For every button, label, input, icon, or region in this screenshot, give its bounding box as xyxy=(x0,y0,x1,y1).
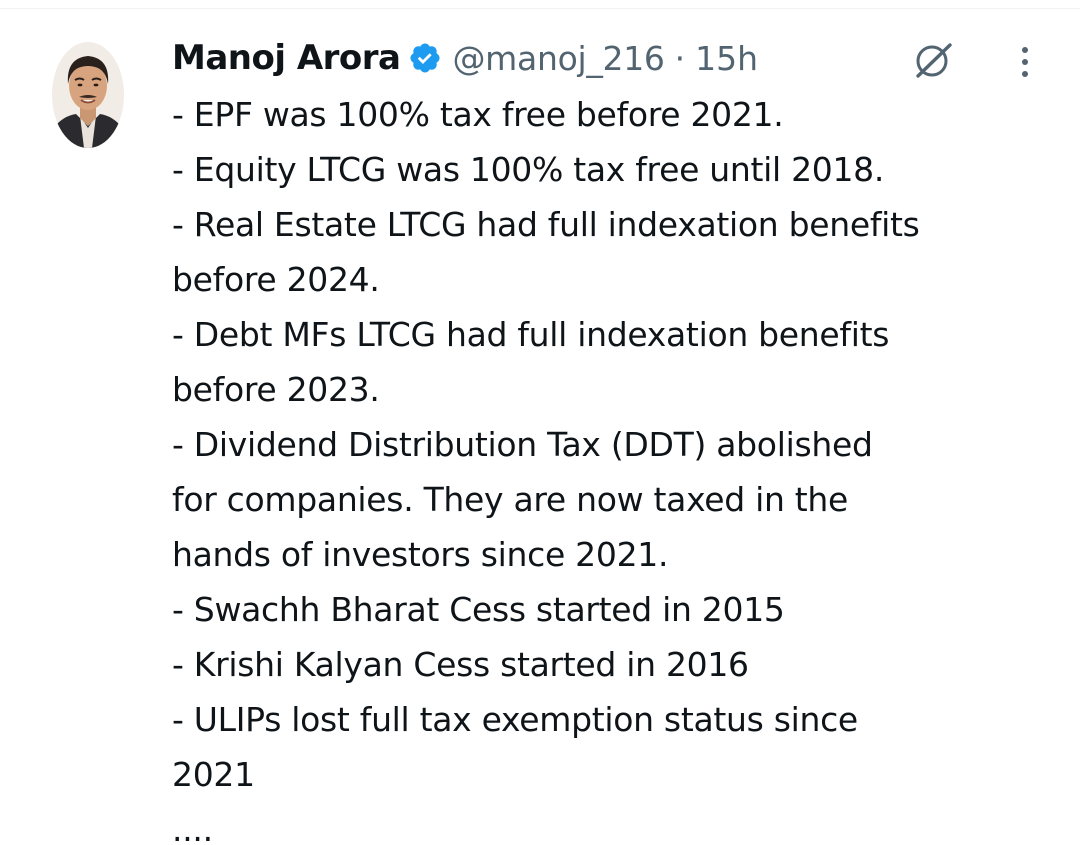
author-handle[interactable]: @manoj_216 xyxy=(452,39,664,78)
tweet-line: 2021 xyxy=(172,755,255,794)
tweet-line: - Real Estate LTCG had full indexation b… xyxy=(172,205,920,244)
tweet-line: - Krishi Kalyan Cess started in 2016 xyxy=(172,645,749,684)
more-vertical-icon[interactable] xyxy=(1010,42,1040,82)
tweet-header: Manoj Arora @manoj_216 · 15h xyxy=(172,34,758,82)
header-separator: · xyxy=(674,38,686,78)
grok-icon[interactable] xyxy=(910,40,956,80)
tweet-line: before 2023. xyxy=(172,370,380,409)
author-name[interactable]: Manoj Arora xyxy=(172,38,401,78)
tweet-line: - Equity LTCG was 100% tax free until 20… xyxy=(172,150,885,189)
tweet-line: - EPF was 100% tax free before 2021. xyxy=(172,95,784,134)
tweet-line: .... xyxy=(172,810,213,845)
avatar[interactable] xyxy=(52,42,124,148)
verified-badge-icon[interactable] xyxy=(408,41,442,75)
avatar-image xyxy=(52,42,124,148)
tweet-line: for companies. They are now taxed in the xyxy=(172,480,849,519)
top-divider xyxy=(0,0,1080,9)
tweet-line: before 2024. xyxy=(172,260,380,299)
tweet-timestamp[interactable]: 15h xyxy=(695,39,758,78)
tweet-line: - Swachh Bharat Cess started in 2015 xyxy=(172,590,785,629)
tweet-line: - Debt MFs LTCG had full indexation bene… xyxy=(172,315,890,354)
tweet-text: - EPF was 100% tax free before 2021. - E… xyxy=(172,87,1052,845)
tweet-line: hands of investors since 2021. xyxy=(172,535,669,574)
tweet-line: - ULIPs lost full tax exemption status s… xyxy=(172,700,858,739)
tweet-line: - Dividend Distribution Tax (DDT) abolis… xyxy=(172,425,873,464)
